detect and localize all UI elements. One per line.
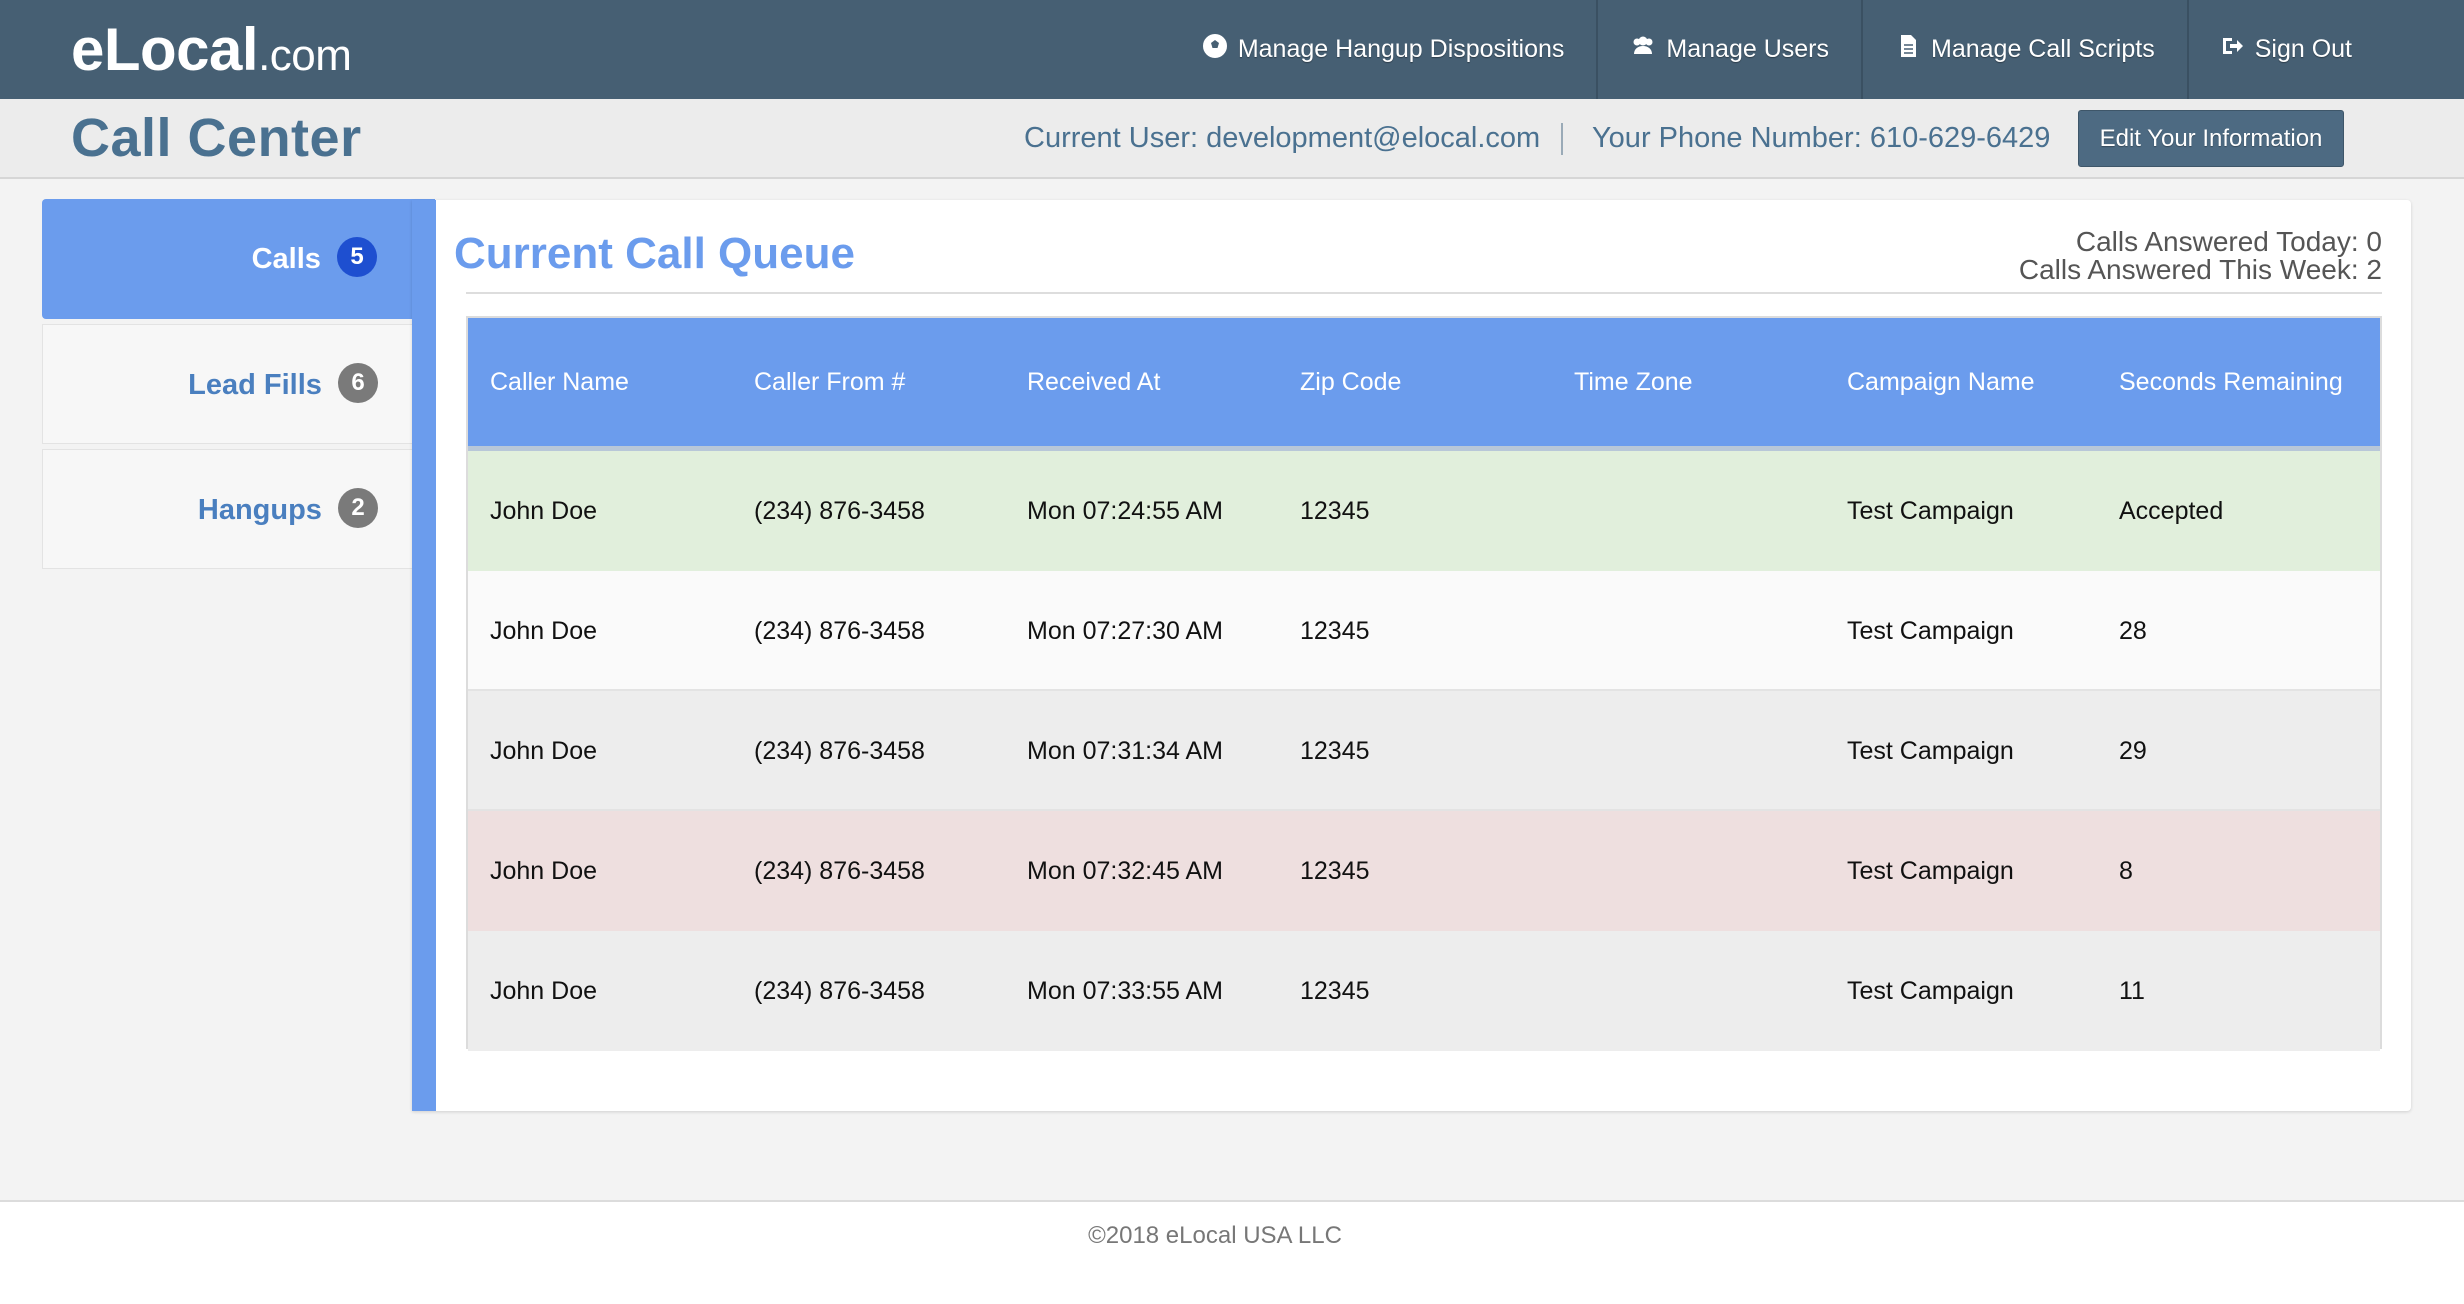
current-user-text: Current User: development@elocal.com	[1024, 122, 1541, 154]
sub-header: Call Center Current User: development@el…	[0, 99, 2464, 179]
column-header-zip-code[interactable]: Zip Code	[1300, 318, 1401, 446]
cell-seconds-remaining: Accepted	[2119, 497, 2224, 525]
cell-zip-code: 12345	[1300, 737, 1370, 765]
tab-lead-fills[interactable]: Lead Fills 6	[42, 324, 412, 444]
column-header-received-at[interactable]: Received At	[1027, 318, 1160, 446]
manage-users-link[interactable]: Manage Users	[1596, 0, 1861, 99]
cell-caller-name: John Doe	[490, 737, 598, 765]
calls-count-badge: 5	[337, 237, 377, 278]
page-title: Call Center	[71, 108, 362, 168]
document-icon	[1895, 33, 1921, 66]
logo-main: eLocal	[71, 16, 259, 83]
tab-lead-fills-label: Lead Fills	[188, 369, 322, 401]
cell-caller-name: John Doe	[490, 617, 598, 645]
cell-campaign-name: Test Campaign	[1847, 737, 2014, 765]
table-row[interactable]: John Doe (234) 876-3458 Mon 07:24:55 AM …	[468, 451, 2380, 571]
nav-label-hangup-dispositions: Manage Hangup Dispositions	[1237, 35, 1565, 63]
users-icon	[1630, 33, 1656, 66]
top-navbar: eLocal.com Manage Hangup Dispositions Ma…	[0, 0, 2464, 99]
elocal-logo[interactable]: eLocal.com	[71, 10, 352, 90]
nav-label-manage-call-scripts: Manage Call Scripts	[1931, 35, 2155, 63]
tab-hangups-label: Hangups	[197, 494, 322, 526]
cell-caller-name: John Doe	[490, 497, 598, 525]
phone-number-text: Your Phone Number: 610-629-6429	[1592, 122, 2051, 154]
cell-caller-from: (234) 876-3458	[754, 857, 925, 885]
cell-zip-code: 12345	[1300, 497, 1370, 525]
lead-fills-count-badge: 6	[338, 363, 378, 404]
table-row[interactable]: John Doe (234) 876-3458 Mon 07:27:30 AM …	[468, 571, 2380, 691]
cell-received-at: Mon 07:31:34 AM	[1027, 737, 1223, 765]
table-row[interactable]: John Doe (234) 876-3458 Mon 07:31:34 AM …	[468, 691, 2380, 811]
cell-caller-from: (234) 876-3458	[754, 737, 925, 765]
cell-zip-code: 12345	[1300, 617, 1370, 645]
sign-out-link[interactable]: Sign Out	[2186, 0, 2464, 99]
tab-hangups[interactable]: Hangups 2	[42, 449, 412, 569]
cell-campaign-name: Test Campaign	[1847, 857, 2014, 885]
table-row[interactable]: John Doe (234) 876-3458 Mon 07:33:55 AM …	[468, 931, 2380, 1051]
cell-received-at: Mon 07:32:45 AM	[1027, 857, 1223, 885]
cell-zip-code: 12345	[1300, 857, 1370, 885]
nav-label-sign-out: Sign Out	[2254, 35, 2352, 63]
sign-out-icon	[2219, 33, 2245, 66]
page-footer: ©2018 eLocal USA LLC	[0, 1200, 2464, 1304]
cell-caller-from: (234) 876-3458	[754, 497, 925, 525]
manage-hangup-dispositions-link[interactable]: Manage Hangup Dispositions	[1202, 0, 1597, 99]
call-stats: Calls Answered Today: 0 Calls Answered T…	[2019, 228, 2382, 284]
cell-seconds-remaining: 29	[2119, 737, 2147, 765]
cell-campaign-name: Test Campaign	[1847, 617, 2014, 645]
cell-caller-from: (234) 876-3458	[754, 617, 925, 645]
manage-call-scripts-link[interactable]: Manage Call Scripts	[1861, 0, 2187, 99]
cell-caller-from: (234) 876-3458	[754, 977, 925, 1005]
hangups-count-badge: 2	[338, 488, 378, 529]
top-nav: Manage Hangup Dispositions Manage Users …	[1202, 0, 2464, 99]
cell-received-at: Mon 07:33:55 AM	[1027, 977, 1223, 1005]
column-header-campaign-name[interactable]: Campaign Name	[1847, 318, 2035, 446]
soccer-ball-icon	[1202, 33, 1228, 66]
cell-received-at: Mon 07:27:30 AM	[1027, 617, 1223, 645]
copyright-text: ©2018 eLocal USA LLC	[1088, 1222, 1342, 1249]
cell-zip-code: 12345	[1300, 977, 1370, 1005]
header-divider	[1561, 123, 1563, 155]
column-header-caller-name[interactable]: Caller Name	[490, 318, 629, 446]
logo-suffix: .com	[258, 31, 352, 80]
cell-seconds-remaining: 28	[2119, 617, 2147, 645]
tab-calls[interactable]: Calls 5	[42, 199, 435, 319]
title-divider	[466, 292, 2382, 294]
cell-caller-name: John Doe	[490, 977, 598, 1005]
cell-seconds-remaining: 8	[2119, 857, 2133, 885]
table-header: Caller Name Caller From # Received At Zi…	[468, 318, 2380, 451]
edit-information-button[interactable]: Edit Your Information	[2078, 110, 2344, 167]
call-queue-table: Caller Name Caller From # Received At Zi…	[466, 316, 2382, 1051]
table-row[interactable]: John Doe (234) 876-3458 Mon 07:32:45 AM …	[468, 811, 2380, 931]
cell-received-at: Mon 07:24:55 AM	[1027, 497, 1223, 525]
cell-campaign-name: Test Campaign	[1847, 497, 2014, 525]
cell-campaign-name: Test Campaign	[1847, 977, 2014, 1005]
cell-caller-name: John Doe	[490, 857, 598, 885]
queue-title: Current Call Queue	[454, 229, 855, 278]
column-header-seconds-remaining[interactable]: Seconds Remaining	[2119, 318, 2343, 446]
cell-seconds-remaining: 11	[2119, 977, 2145, 1005]
column-header-time-zone[interactable]: Time Zone	[1574, 318, 1693, 446]
nav-label-manage-users: Manage Users	[1666, 35, 1829, 63]
answered-week-text: Calls Answered This Week: 2	[2018, 254, 2382, 285]
answered-today-text: Calls Answered Today: 0	[2075, 226, 2382, 257]
tab-calls-label: Calls	[251, 243, 321, 275]
column-header-caller-from[interactable]: Caller From #	[754, 318, 905, 446]
